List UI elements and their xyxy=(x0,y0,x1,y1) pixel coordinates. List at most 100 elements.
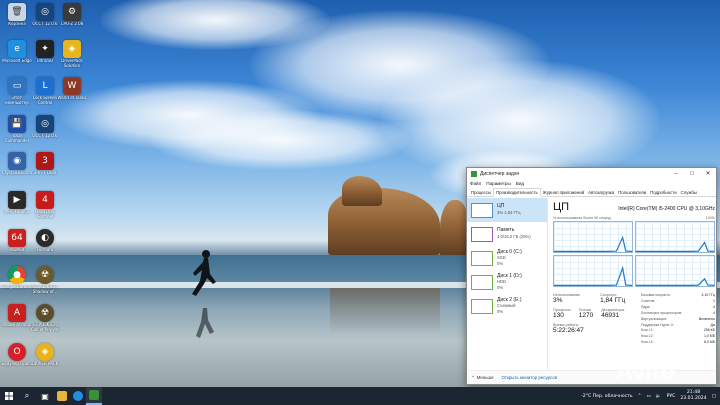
furmark-icon[interactable]: ◐ Furmark xyxy=(30,229,60,263)
menu-view[interactable]: Вид xyxy=(516,181,524,186)
folder-icon xyxy=(57,391,67,401)
menu-bar: Файл Параметры Вид xyxy=(467,179,716,188)
cpu-z-icon[interactable]: ⚙ CPU-Z 2.08 xyxy=(57,3,87,37)
memory-thumbnail-graph xyxy=(471,226,493,242)
menu-file[interactable]: Файл xyxy=(470,181,481,186)
this-pc-icon[interactable]: ▭ Этот компьютер xyxy=(2,77,32,111)
occt-icon[interactable]: ◎ OCCT 12.0.6 xyxy=(30,115,60,149)
world-of-tanks-icon[interactable]: W World of Tanks xyxy=(57,77,87,111)
rock-formation xyxy=(342,176,382,206)
maximize-button[interactable]: □ xyxy=(684,168,700,179)
cpu-details-list: Базовая скорость: 3,10 ГГц Сокетов: 1 Ядра… xyxy=(641,293,715,346)
driverpack-icon[interactable]: ◈ DRIVER PACK xyxy=(30,343,60,377)
task-manager-window[interactable]: Диспетчер задач – □ ✕ Файл Параметры Вид… xyxy=(466,167,717,385)
graph-max-label: 100% xyxy=(705,216,715,220)
taskbar-app-task-manager[interactable] xyxy=(86,387,102,405)
tab-bar: Процессы Производительность Журнал прило… xyxy=(467,188,716,197)
stalker-icon[interactable]: ☢ S.T.A.L.K.E.R. Call of Pripyat xyxy=(30,304,60,338)
core-graph xyxy=(553,255,633,287)
cpu-heading: ЦП xyxy=(553,201,570,213)
processes-value: 130 xyxy=(553,312,564,319)
task-manager-icon xyxy=(89,390,99,400)
tab-users[interactable]: Пользователи xyxy=(616,189,648,196)
taskbar: ⌕ ▣ -2°C Пер. облачность ⌃ ▭ 🔈 РУС 21:48… xyxy=(0,387,720,405)
core-graph xyxy=(635,255,715,287)
tab-performance[interactable]: Производительность xyxy=(493,188,541,197)
resource-sub: 4,0/16,0 ГБ (25%) xyxy=(497,234,531,239)
tab-processes[interactable]: Процессы xyxy=(469,189,493,196)
cpu-stats: Использование 3% Скорость 1,84 ГГц Процесс… xyxy=(553,293,715,346)
chevron-up-icon[interactable]: ⌃ xyxy=(471,375,475,381)
resource-disk-1[interactable]: Диск 1 (D:) HDD 0% xyxy=(467,270,547,294)
clock[interactable]: 21:48 23.01.2024 xyxy=(680,390,706,401)
volume-icon[interactable]: 🔈 xyxy=(656,394,662,399)
tab-services[interactable]: Службы xyxy=(679,189,699,196)
lock-screen-icon[interactable]: L Lock Screen Control xyxy=(30,77,60,111)
open-resource-monitor-link[interactable]: Открыть монитор ресурсов xyxy=(502,375,558,380)
cpu-model: Intel(R) Core(TM) i5-2400 CPU @ 3,10GHz xyxy=(618,206,715,212)
threads-value: 1270 xyxy=(578,312,594,319)
tab-app-history[interactable]: Журнал приложений xyxy=(541,189,586,196)
uptime-value: 5:22:26:47 xyxy=(553,327,584,334)
three-in-one-icon[interactable]: 3 3-In-1 Dual xyxy=(30,152,60,186)
task-view-icon[interactable]: ▣ xyxy=(36,387,54,405)
detail-value: 6,0 МБ xyxy=(703,340,715,345)
status-bar: ⌃ Меньше Открыть монитор ресурсов xyxy=(467,370,716,384)
resource-memory[interactable]: Память 4,0/16,0 ГБ (25%) xyxy=(467,222,547,246)
close-button[interactable]: ✕ xyxy=(700,168,716,179)
taskbar-app-file-explorer[interactable] xyxy=(54,387,70,405)
aida64-icon[interactable]: 64 AIDA64 xyxy=(2,229,32,263)
menu-options[interactable]: Параметры xyxy=(486,181,511,186)
stalker-icon[interactable]: ☢ S.T.A.L.K.E.R. Shadow of... xyxy=(30,266,60,300)
taskbar-app-edge[interactable] xyxy=(70,387,86,405)
opera-icon[interactable]: O Браузер Opera xyxy=(2,343,32,377)
rock-formation xyxy=(440,200,468,256)
resource-disk-2[interactable]: Диск 2 (E:) Съемный 0% xyxy=(467,294,547,318)
utilization-value: 3% xyxy=(553,297,563,304)
search-icon[interactable]: ⌕ xyxy=(18,387,36,405)
crystaldiskinfo-icon[interactable]: ◉ CrystalDiskInfo xyxy=(2,152,32,186)
resource-disk-0[interactable]: Диск 0 (C:) SSD 0% xyxy=(467,246,547,270)
resource-cpu[interactable]: ЦП 3% 1,84 ГГц xyxy=(467,198,547,222)
watermark-logo: Avito xyxy=(616,360,676,385)
weather-widget[interactable]: -2°C Пер. облачность xyxy=(581,394,633,399)
core-usage-trace xyxy=(554,222,632,252)
core-usage-line xyxy=(554,268,632,285)
recycle-bin-icon[interactable]: 🗑 Корзина xyxy=(2,3,32,37)
core-usage-trace xyxy=(554,256,632,286)
title-bar[interactable]: Диспетчер задач – □ ✕ xyxy=(467,168,716,179)
acrobat-icon[interactable]: A Adobe Acrobat xyxy=(2,304,32,338)
resource-list: ЦП 3% 1,84 ГГц Память 4,0/16,0 ГБ (25%) Ди… xyxy=(467,198,548,370)
core-usage-trace xyxy=(636,256,714,286)
core-usage-line xyxy=(636,279,714,286)
fewer-details-link[interactable]: Меньше xyxy=(477,375,494,380)
resource-sub: Съемный 0% xyxy=(497,303,516,314)
network-icon[interactable]: ▭ xyxy=(646,394,650,399)
driverpack-icon[interactable]: ◈ DriverPack Solution xyxy=(57,40,87,74)
ultraiso-icon[interactable]: ✦ UltraISO xyxy=(30,40,60,74)
total-commander-icon[interactable]: 💾 Total Commander xyxy=(2,115,32,149)
occt-icon[interactable]: ◎ OCCT 12.0.6 xyxy=(30,3,60,37)
cpu-core-graphs xyxy=(553,221,715,287)
start-button[interactable] xyxy=(0,387,18,405)
disk-thumbnail-graph xyxy=(471,250,493,266)
clock-date: 23.01.2024 xyxy=(680,396,707,401)
resource-sub: HDD 0% xyxy=(497,279,507,290)
tab-details[interactable]: Подробности xyxy=(648,189,678,196)
chevron-up-icon[interactable]: ⌃ xyxy=(638,394,642,399)
mpc-hc-icon[interactable]: ▶ MPC-HC x64 xyxy=(2,191,32,225)
chrome-icon[interactable]: ● Google Chrome xyxy=(1,266,33,300)
core-graph xyxy=(553,221,633,253)
tab-startup[interactable]: Автозагрузка xyxy=(586,189,616,196)
minimize-button[interactable]: – xyxy=(668,168,684,179)
edge-icon[interactable]: e Microsoft Edge xyxy=(2,40,32,74)
hard-disk-sentinel-icon[interactable]: 4 Hard Disk Sentinel xyxy=(30,191,60,225)
wallpaper-cloud xyxy=(150,110,410,170)
disk-thumbnail-graph xyxy=(471,274,493,290)
rock-reflection xyxy=(330,288,440,333)
windows-logo-icon xyxy=(5,392,13,400)
system-tray: -2°C Пер. облачность ⌃ ▭ 🔈 РУС 21:48 23.… xyxy=(581,390,720,401)
resource-sub: 3% 1,84 ГГц xyxy=(497,210,521,215)
language-indicator[interactable]: РУС xyxy=(667,394,676,399)
notification-icon[interactable]: ▢ xyxy=(712,394,716,399)
